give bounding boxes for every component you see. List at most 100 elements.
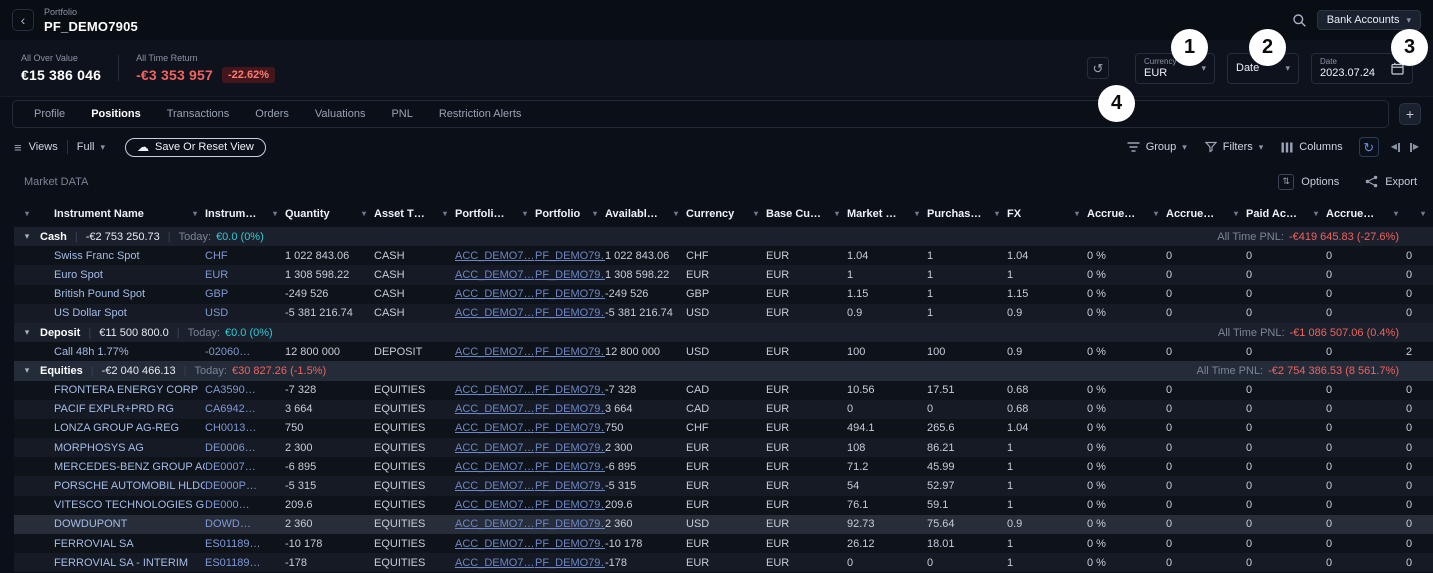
instrument-name-cell[interactable]: Euro Spot xyxy=(40,269,205,281)
table-row[interactable]: FRONTERA ENERGY CORPCA3590…-7 328EQUITIE… xyxy=(14,381,1433,400)
account-link[interactable]: ACC_DEMO7… xyxy=(455,499,535,511)
account-link[interactable]: ACC_DEMO7… xyxy=(455,384,535,396)
account-link[interactable]: ACC_DEMO7… xyxy=(455,461,535,473)
instrument-id-cell[interactable]: ES01189… xyxy=(205,557,285,569)
column-menu-icon[interactable]: ▾ xyxy=(754,209,758,218)
instrument-id-cell[interactable]: ES01189… xyxy=(205,538,285,550)
table-row[interactable]: FERROVIAL SAES01189…-10 178EQUITIESACC_D… xyxy=(14,534,1433,553)
portfolio-link[interactable]: PF_DEMO79… xyxy=(535,557,605,569)
instrument-name-cell[interactable]: LONZA GROUP AG-REG xyxy=(40,422,205,434)
instrument-name-cell[interactable]: FERROVIAL SA xyxy=(40,538,205,550)
instrument-id-cell[interactable]: CHF xyxy=(205,250,285,262)
portfolio-link[interactable]: PF_DEMO79… xyxy=(535,499,605,511)
add-view-button[interactable]: + xyxy=(1399,103,1421,125)
column-menu-icon[interactable]: ▾ xyxy=(1075,209,1079,218)
column-header[interactable]: Base Cu…▾ xyxy=(766,208,847,220)
portfolio-link[interactable]: PF_DEMO79… xyxy=(535,422,605,434)
column-menu-icon[interactable]: ▾ xyxy=(273,209,277,218)
column-menu-icon[interactable]: ▾ xyxy=(523,209,527,218)
column-menu-icon[interactable]: ▾ xyxy=(443,209,447,218)
column-header[interactable]: Accrue…▾ xyxy=(1087,208,1166,220)
instrument-id-cell[interactable]: EUR xyxy=(205,269,285,281)
account-link[interactable]: ACC_DEMO7… xyxy=(455,557,535,569)
column-header[interactable]: FX▾ xyxy=(1007,208,1087,220)
tab-transactions[interactable]: Transactions xyxy=(154,101,243,127)
table-row[interactable]: Call 48h 1.77%-02060…12 800 000DEPOSITAC… xyxy=(14,342,1433,361)
save-or-reset-view-button[interactable]: ☁ Save Or Reset View xyxy=(125,138,266,157)
instrument-id-cell[interactable]: GBP xyxy=(205,288,285,300)
portfolio-link[interactable]: PF_DEMO79… xyxy=(535,288,605,300)
table-row[interactable]: DOWDUPONTDOWD…2 360EQUITIESACC_DEMO7…PF_… xyxy=(14,515,1433,534)
expand-all-icon[interactable]: ▾ xyxy=(14,209,40,218)
portfolio-link[interactable]: PF_DEMO79… xyxy=(535,346,605,358)
tab-profile[interactable]: Profile xyxy=(21,101,78,127)
column-header[interactable]: Accrue…▾ xyxy=(1326,208,1406,220)
instrument-name-cell[interactable]: US Dollar Spot xyxy=(40,307,205,319)
table-row[interactable]: US Dollar SpotUSD-5 381 216.74CASHACC_DE… xyxy=(14,304,1433,323)
table-row[interactable]: FERROVIAL SA - INTERIMES01189…-178EQUITI… xyxy=(14,553,1433,572)
instrument-name-cell[interactable]: MORPHOSYS AG xyxy=(40,442,205,454)
tab-restriction-alerts[interactable]: Restriction Alerts xyxy=(426,101,535,127)
table-row[interactable]: MORPHOSYS AGDE0006…2 300EQUITIESACC_DEMO… xyxy=(14,438,1433,457)
account-link[interactable]: ACC_DEMO7… xyxy=(455,250,535,262)
table-row[interactable]: Euro SpotEUR1 308 598.22CASHACC_DEMO7…PF… xyxy=(14,265,1433,284)
instrument-name-cell[interactable]: PORSCHE AUTOMOBIL HLDG… xyxy=(40,480,205,492)
instrument-id-cell[interactable]: DE000P… xyxy=(205,480,285,492)
column-menu-icon[interactable]: ▾ xyxy=(1421,209,1425,218)
account-link[interactable]: ACC_DEMO7… xyxy=(455,480,535,492)
account-link[interactable]: ACC_DEMO7… xyxy=(455,269,535,281)
table-row[interactable]: PORSCHE AUTOMOBIL HLDG…DE000P…-5 315EQUI… xyxy=(14,476,1433,495)
group-row[interactable]: ▾Equities|-€2 040 466.13|Today:€30 827.2… xyxy=(14,361,1433,380)
table-row[interactable]: LONZA GROUP AG-REGCH0013…750EQUITIESACC_… xyxy=(14,419,1433,438)
column-menu-icon[interactable]: ▾ xyxy=(593,209,597,218)
instrument-name-cell[interactable]: British Pound Spot xyxy=(40,288,205,300)
instrument-name-cell[interactable]: Swiss Franc Spot xyxy=(40,250,205,262)
account-link[interactable]: ACC_DEMO7… xyxy=(455,307,535,319)
group-chevron-icon[interactable]: ▾ xyxy=(14,365,40,376)
instrument-name-cell[interactable]: Call 48h 1.77% xyxy=(40,346,205,358)
column-menu-icon[interactable]: ▾ xyxy=(674,209,678,218)
instrument-name-cell[interactable]: PACIF EXPLR+PRD RG xyxy=(40,403,205,415)
column-header[interactable]: Quantity▾ xyxy=(285,208,374,220)
filters-button[interactable]: Filters ▾ xyxy=(1205,141,1263,153)
column-header[interactable]: Accrue…▾ xyxy=(1166,208,1246,220)
instrument-name-cell[interactable]: FRONTERA ENERGY CORP xyxy=(40,384,205,396)
refresh-button[interactable]: ↻ xyxy=(1359,137,1379,157)
reset-button[interactable]: ↺ xyxy=(1087,57,1109,79)
column-menu-icon[interactable]: ▾ xyxy=(1314,209,1318,218)
account-link[interactable]: ACC_DEMO7… xyxy=(455,538,535,550)
column-header[interactable]: Availabl…▾ xyxy=(605,208,686,220)
portfolio-link[interactable]: PF_DEMO79… xyxy=(535,269,605,281)
table-row[interactable]: British Pound SpotGBP-249 526CASHACC_DEM… xyxy=(14,285,1433,304)
table-row[interactable]: PACIF EXPLR+PRD RGCA6942…3 664EQUITIESAC… xyxy=(14,400,1433,419)
account-link[interactable]: ACC_DEMO7… xyxy=(455,442,535,454)
column-menu-icon[interactable]: ▾ xyxy=(362,209,366,218)
group-chevron-icon[interactable]: ▾ xyxy=(14,327,40,338)
collapse-left-button[interactable]: ◀ xyxy=(1391,143,1401,152)
tab-valuations[interactable]: Valuations xyxy=(302,101,379,127)
column-menu-icon[interactable]: ▾ xyxy=(193,209,197,218)
group-chevron-icon[interactable]: ▾ xyxy=(14,231,40,242)
instrument-id-cell[interactable]: DE0006… xyxy=(205,442,285,454)
column-header[interactable]: Instrum…▾ xyxy=(205,208,285,220)
column-header[interactable]: Portfoli…▾ xyxy=(455,208,535,220)
column-header[interactable]: Purchas…▾ xyxy=(927,208,1007,220)
instrument-id-cell[interactable]: DE0007… xyxy=(205,461,285,473)
group-row[interactable]: ▾Deposit|€11 500 800.0|Today:€0.0 (0%)Al… xyxy=(14,323,1433,342)
column-header[interactable]: Paid Ac…▾ xyxy=(1246,208,1326,220)
column-menu-icon[interactable]: ▾ xyxy=(1154,209,1158,218)
column-header[interactable]: ▾ xyxy=(1406,209,1433,218)
tab-pnl[interactable]: PNL xyxy=(378,101,425,127)
portfolio-link[interactable]: PF_DEMO79… xyxy=(535,442,605,454)
portfolio-link[interactable]: PF_DEMO79… xyxy=(535,384,605,396)
column-menu-icon[interactable]: ▾ xyxy=(835,209,839,218)
column-header[interactable]: Currency▾ xyxy=(686,208,766,220)
portfolio-link[interactable]: PF_DEMO79… xyxy=(535,461,605,473)
column-header[interactable]: Asset T…▾ xyxy=(374,208,455,220)
portfolio-link[interactable]: PF_DEMO79… xyxy=(535,518,605,530)
back-button[interactable]: ‹ xyxy=(12,9,34,31)
portfolio-link[interactable]: PF_DEMO79… xyxy=(535,403,605,415)
column-menu-icon[interactable]: ▾ xyxy=(1234,209,1238,218)
instrument-id-cell[interactable]: DE000… xyxy=(205,499,285,511)
instrument-id-cell[interactable]: -02060… xyxy=(205,346,285,358)
